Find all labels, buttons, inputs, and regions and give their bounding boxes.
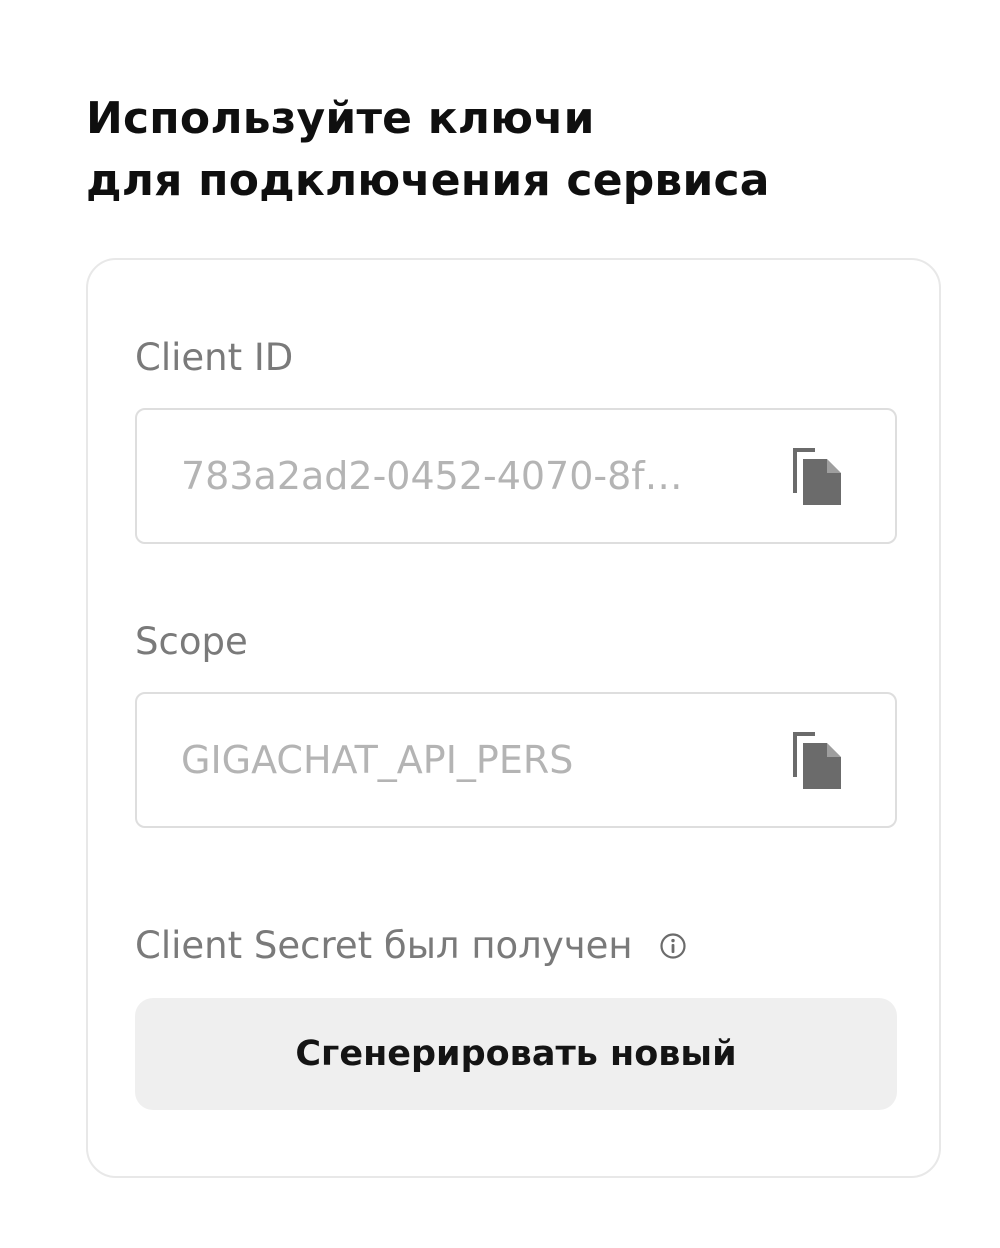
info-icon[interactable]	[659, 932, 687, 960]
client-id-value[interactable]: 783a2ad2-0452-4070-8f…	[181, 453, 755, 499]
copy-icon[interactable]	[785, 727, 845, 793]
generate-new-button[interactable]: Сгенерировать новый	[135, 998, 897, 1110]
scope-field[interactable]: GIGACHAT_API_PERS	[135, 692, 897, 828]
scope-label: Scope	[135, 620, 248, 663]
page-title: Используйте ключи для подключения сервис…	[86, 88, 966, 212]
keys-card: Client ID 783a2ad2-0452-4070-8f… Scope G…	[86, 258, 941, 1178]
client-secret-status: Client Secret был получен	[135, 924, 687, 968]
page-title-line-1: Используйте ключи	[86, 93, 595, 144]
client-id-field[interactable]: 783a2ad2-0452-4070-8f…	[135, 408, 897, 544]
scope-value[interactable]: GIGACHAT_API_PERS	[181, 737, 755, 783]
client-id-label: Client ID	[135, 336, 294, 379]
copy-icon[interactable]	[785, 443, 845, 509]
page-title-line-2: для подключения сервиса	[86, 155, 770, 206]
client-secret-status-text: Client Secret был получен	[135, 924, 633, 967]
